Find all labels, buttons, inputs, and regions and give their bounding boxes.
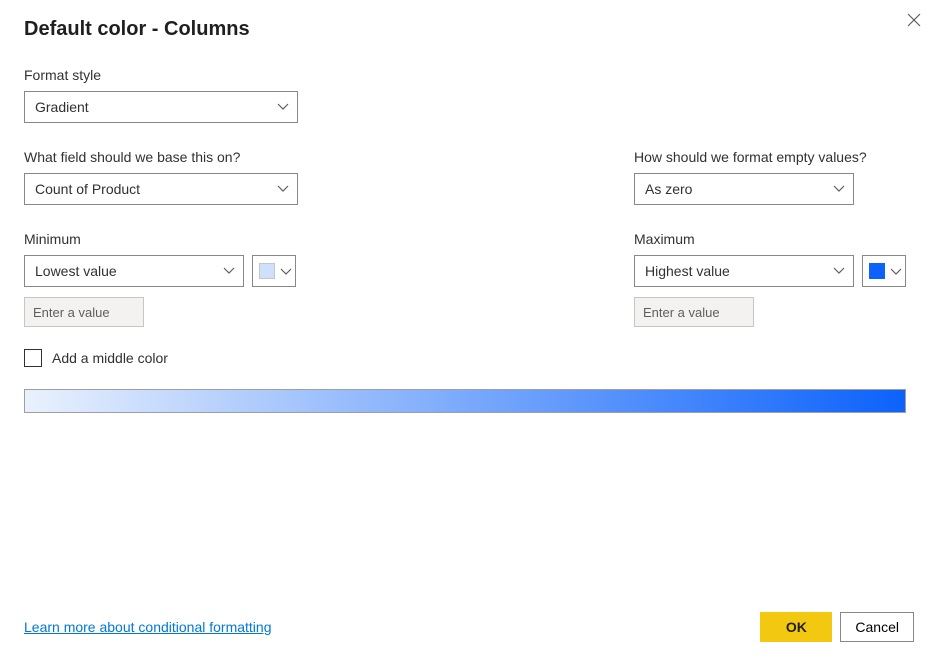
chevron-down-icon [221,263,237,279]
minimum-color-swatch [259,263,275,279]
cancel-button[interactable]: Cancel [840,612,914,642]
minimum-label: Minimum [24,231,634,247]
chevron-down-icon [275,181,291,197]
min-max-row: Minimum Lowest value [24,231,914,345]
format-style-label: Format style [24,67,914,83]
close-button[interactable] [900,6,928,34]
minimum-mode-select[interactable]: Lowest value [24,255,244,287]
maximum-block: Maximum Highest value [634,231,914,327]
base-field-select[interactable]: Count of Product [24,173,298,205]
empty-values-block: How should we format empty values? As ze… [634,149,914,205]
maximum-color-picker[interactable] [862,255,906,287]
chevron-down-icon [275,99,291,115]
dialog-footer: Learn more about conditional formatting … [24,604,914,642]
maximum-mode-select[interactable]: Highest value [634,255,854,287]
minimum-color-picker[interactable] [252,255,296,287]
base-field-value: Count of Product [35,181,140,197]
field-empty-row: What field should we base this on? Count… [24,149,914,231]
checkbox-box-icon [24,349,42,367]
minimum-mode-value: Lowest value [35,263,117,279]
learn-more-link[interactable]: Learn more about conditional formatting [24,619,271,635]
maximum-value-input[interactable] [634,297,754,327]
format-style-value: Gradient [35,99,89,115]
close-icon [907,13,921,27]
maximum-color-swatch [869,263,885,279]
minimum-value-input[interactable] [24,297,144,327]
format-style-select[interactable]: Gradient [24,91,298,123]
base-field-block: What field should we base this on? Count… [24,149,634,205]
dialog-title: Default color - Columns [24,18,914,41]
add-middle-color-checkbox[interactable]: Add a middle color [24,349,914,367]
empty-values-select[interactable]: As zero [634,173,854,205]
ok-button[interactable]: OK [760,612,832,642]
chevron-down-icon [831,181,847,197]
gradient-preview [24,389,906,413]
chevron-down-icon [280,263,292,279]
empty-values-label: How should we format empty values? [634,149,914,165]
format-style-field: Format style Gradient [24,67,914,123]
chevron-down-icon [831,263,847,279]
chevron-down-icon [890,263,902,279]
empty-values-value: As zero [645,181,692,197]
maximum-label: Maximum [634,231,914,247]
maximum-mode-value: Highest value [645,263,730,279]
add-middle-color-label: Add a middle color [52,350,168,366]
conditional-formatting-dialog: Default color - Columns Format style Gra… [0,0,938,658]
base-field-label: What field should we base this on? [24,149,634,165]
minimum-block: Minimum Lowest value [24,231,634,327]
